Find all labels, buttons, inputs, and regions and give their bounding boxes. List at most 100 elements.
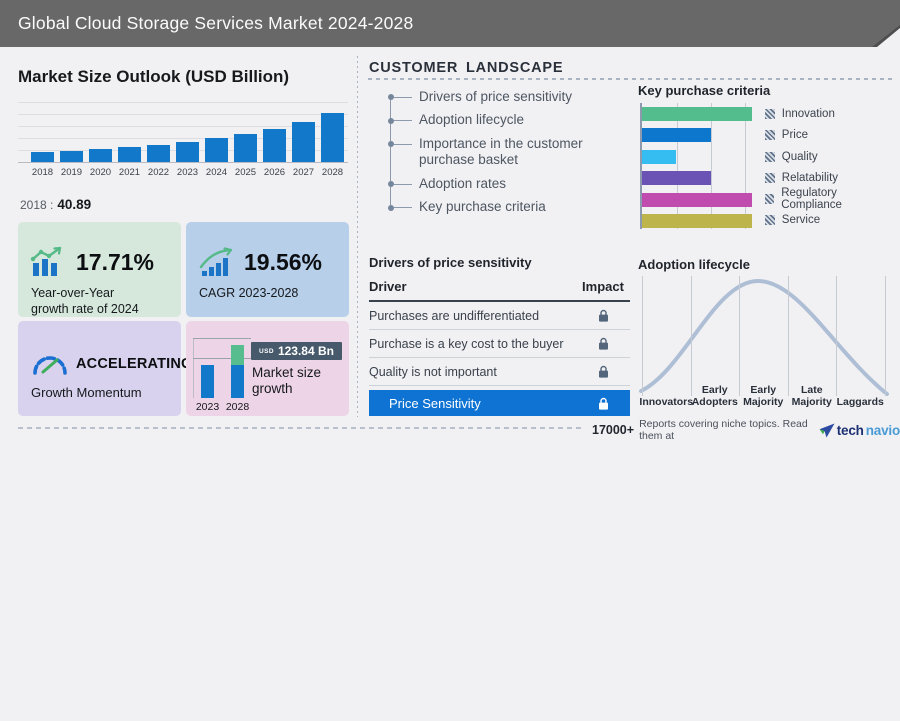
lifecycle-stage-label: Early Adopters: [691, 384, 738, 408]
kpc-bar-price: [642, 128, 712, 143]
mini-year-2028: 2028: [225, 401, 250, 413]
brand-name-navio: navio: [865, 422, 900, 438]
legend-swatch-icon: [764, 109, 775, 119]
market-size-bar-2025: [234, 134, 257, 162]
legend-label: Innovation: [781, 108, 835, 120]
market-size-bar-2022: [147, 144, 170, 162]
kpc-bar-innovation: [642, 107, 752, 121]
cagr-card: 19.56% CAGR 2023-2028: [186, 222, 349, 317]
year-label: 2022: [147, 167, 170, 178]
header-bar: Global Cloud Storage Services Market 202…: [0, 0, 900, 47]
landscape-item: Key purchase criteria: [369, 196, 625, 220]
growth-momentum-card: ACCELERATING Growth Momentum: [18, 321, 192, 416]
driver-cell: Quality is not important: [369, 364, 497, 379]
year-label: 2026: [263, 167, 286, 178]
right-charts-section: Key purchase criteria Innovation Price Qua…: [638, 55, 894, 420]
x-axis-labels: 2018 2019 2020 2021 2022 2023 2024 2025 2026 2027…: [31, 167, 344, 178]
market-size-bar-2028: [321, 113, 344, 162]
year-label: 2023: [176, 167, 199, 178]
year-label: 2020: [89, 167, 112, 178]
year-label: 2024: [205, 167, 228, 178]
key-purchase-criteria-title: Key purchase criteria: [638, 83, 771, 98]
customer-landscape-title: CUSTOMER LANDSCAPE: [369, 60, 564, 76]
year-label: 2019: [60, 167, 83, 178]
kpc-bar-relatability: [642, 171, 712, 186]
price-sensitivity-title: Drivers of price sensitivity: [369, 255, 532, 270]
price-sensitivity-highlight-row: Price Sensitivity: [369, 390, 630, 416]
legend-label: Relatability: [781, 171, 839, 184]
legend-label: Service: [781, 214, 821, 227]
base-year-value: 2018 :40.89: [20, 197, 91, 212]
gridline: [18, 102, 348, 103]
table-row: Purchase is a key cost to the buyer: [369, 330, 630, 358]
adoption-lifecycle-chart: Innovators Early Adopters Early Majority La…: [638, 274, 892, 408]
technavio-arrow-icon: [819, 423, 835, 437]
customer-landscape-list: Drivers of price sensitivity Adoption lif…: [369, 85, 625, 219]
mini-chart-years: 2023 2028: [193, 401, 263, 413]
highlight-row-label: Price Sensitivity: [389, 395, 481, 411]
growth-bars-arrow-icon: [198, 246, 238, 283]
legend-label: Regulatory Compliance: [781, 187, 842, 212]
driver-cell: Purchase is a key cost to the buyer: [369, 336, 564, 351]
lock-icon: [576, 365, 630, 378]
table-row: Quality is not important: [369, 358, 630, 386]
gridline: [677, 103, 679, 229]
mini-year-2023: 2023: [195, 401, 220, 413]
momentum-label: Growth Momentum: [31, 385, 142, 400]
report-count: 17000+: [592, 423, 635, 437]
legend-swatch-icon: [764, 194, 775, 205]
page-title: Global Cloud Storage Services Market 202…: [18, 13, 414, 33]
lifecycle-stage-label: Late Majority: [791, 384, 832, 408]
base-year-number: 40.89: [57, 197, 92, 212]
cagr-label: CAGR 2023-2028: [199, 286, 299, 300]
infographic-page: Global Cloud Storage Services Market 202…: [0, 0, 900, 442]
mini-bar-2023: [201, 365, 214, 398]
lifecycle-stage-label: Innovators: [639, 395, 694, 408]
legend-swatch-icon: [764, 151, 775, 162]
lock-icon: [576, 309, 630, 322]
legend-label: Quality: [781, 150, 818, 163]
legend-label: Price: [781, 129, 808, 142]
mini-axis: [193, 338, 194, 398]
year-label: 2021: [118, 167, 141, 178]
technavio-logo: tech navio: [819, 423, 900, 438]
gridline: [884, 276, 886, 396]
bar-series: [31, 113, 344, 162]
market-size-badge: USD 123.84 Bn: [251, 342, 342, 360]
driver-cell: Purchases are undifferentiated: [369, 308, 540, 323]
market-outlook-section: Market Size Outlook (USD Billion) 2018 20…: [18, 55, 350, 420]
kpc-legend: Innovation Price Quality Relatability Regula…: [764, 103, 894, 229]
brand-name-tech: tech: [836, 422, 864, 438]
base-year-label: 2018 :: [20, 198, 54, 212]
lock-icon: [576, 337, 630, 350]
page-curl-icon: [877, 28, 900, 47]
speedometer-icon: [30, 349, 70, 384]
badge-value: 123.84 Bn: [277, 344, 334, 358]
year-label: 2018: [31, 167, 54, 178]
market-size-bar-2020: [89, 148, 112, 162]
footer-dashed-line: [18, 427, 584, 429]
year-label: 2027: [292, 167, 315, 178]
mini-bar-2028-base: [231, 365, 244, 398]
market-size-bar-2024: [205, 138, 228, 162]
market-size-bar-2018: [31, 152, 54, 162]
gridline: [836, 276, 837, 396]
year-label: 2028: [321, 167, 344, 178]
footer-text: Reports covering niche topics. Read them…: [639, 418, 808, 442]
legend-item: Innovation: [764, 107, 894, 121]
legend-item: Quality: [764, 150, 894, 164]
growth-mini-chart: [193, 338, 251, 398]
price-sensitivity-table: Driver Impact Purchases are undifferenti…: [369, 276, 630, 416]
legend-item: Regulatory Compliance: [764, 187, 894, 211]
gridline: [787, 276, 789, 396]
landscape-item: Adoption rates: [369, 172, 625, 196]
badge-currency: USD: [259, 347, 274, 355]
market-size-bar-2023: [176, 142, 199, 162]
market-size-bar-2027: [292, 122, 315, 162]
legend-item: Service: [764, 213, 894, 227]
customer-landscape-section: CUSTOMER LANDSCAPE Drivers of price sens…: [358, 55, 632, 420]
market-size-bar-2019: [60, 150, 83, 162]
gridline: [739, 276, 740, 396]
lock-icon: [576, 397, 630, 410]
gridline: [690, 276, 692, 396]
